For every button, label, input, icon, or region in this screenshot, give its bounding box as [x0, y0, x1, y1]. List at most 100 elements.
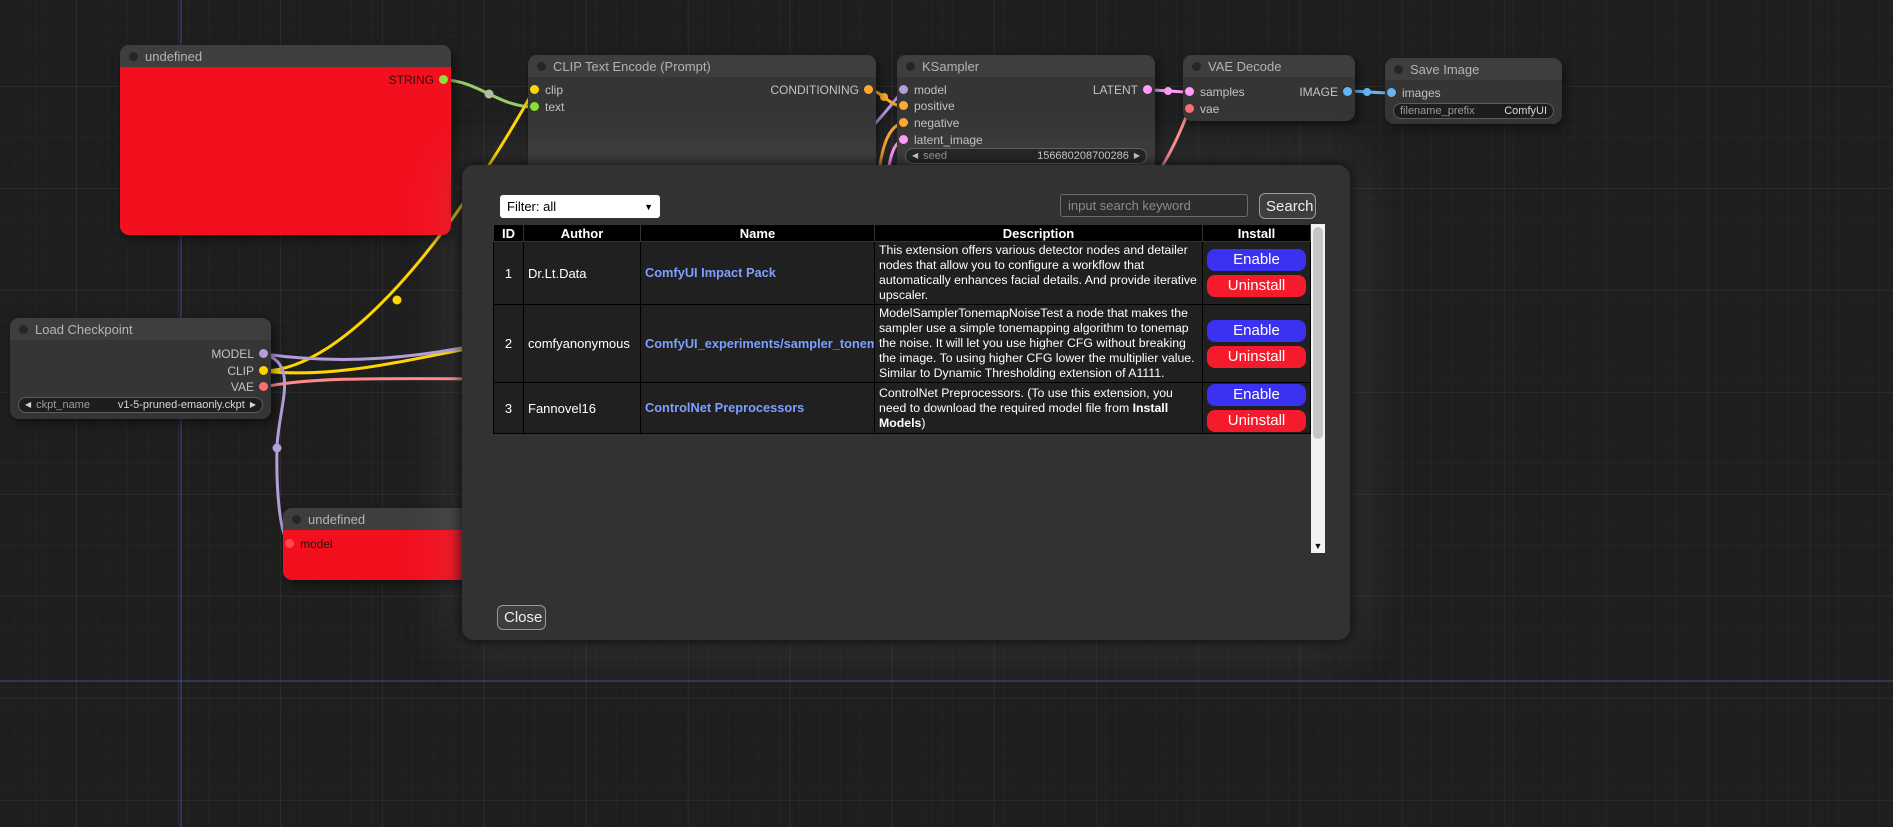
widget-label: ckpt_name — [36, 399, 90, 411]
input-slot-label: images — [1402, 86, 1441, 100]
table-scrollbar[interactable]: ▼ — [1311, 224, 1325, 553]
input-slot-images-dot[interactable] — [1387, 88, 1396, 97]
node-title: Load Checkpoint — [35, 322, 133, 337]
enable-button[interactable]: Enable — [1207, 320, 1306, 342]
extension-author: Fannovel16 — [524, 383, 641, 434]
scroll-down-arrow-icon[interactable]: ▼ — [1311, 541, 1325, 551]
input-slot-model-dot[interactable] — [285, 539, 294, 548]
output-slot-clip-dot[interactable] — [259, 366, 268, 375]
table-row: 2 comfyanonymous ComfyUI_experiments/sam… — [494, 305, 1311, 383]
link-dot — [1363, 88, 1371, 96]
enable-button[interactable]: Enable — [1207, 249, 1306, 271]
ckpt-increment-icon[interactable]: ▶ — [250, 401, 256, 409]
input-slot-label: positive — [914, 99, 955, 113]
filter-selected-value: Filter: all — [507, 199, 556, 214]
output-slot-image-dot[interactable] — [1343, 87, 1352, 96]
output-slot-latent-dot[interactable] — [1143, 85, 1152, 94]
output-slot-string-dot[interactable] — [439, 75, 448, 84]
table-row: 3 Fannovel16 ControlNet Preprocessors Co… — [494, 383, 1311, 434]
extension-author: comfyanonymous — [524, 305, 641, 383]
node-error-body — [120, 67, 451, 235]
output-slot-label: VAE — [231, 380, 254, 394]
ckpt-decrement-icon[interactable]: ◀ — [25, 401, 31, 409]
extension-name-link[interactable]: ComfyUI Impact Pack — [645, 265, 776, 280]
node-header[interactable]: Load Checkpoint — [10, 318, 271, 340]
uninstall-button[interactable]: Uninstall — [1207, 346, 1306, 368]
input-slot-vae-dot[interactable] — [1185, 104, 1194, 113]
node-collapse-dot-icon[interactable] — [1394, 65, 1403, 74]
node-undefined-top[interactable]: undefined STRING — [120, 45, 451, 235]
extension-author: Dr.Lt.Data — [524, 242, 641, 305]
node-title: Save Image — [1410, 62, 1479, 77]
node-collapse-dot-icon[interactable] — [537, 62, 546, 71]
node-header[interactable]: CLIP Text Encode (Prompt) — [528, 55, 876, 77]
extension-description: ControlNet Preprocessors. (To use this e… — [875, 383, 1203, 434]
node-header[interactable]: KSampler — [897, 55, 1155, 77]
node-collapse-dot-icon[interactable] — [1192, 62, 1201, 71]
extension-id: 3 — [494, 383, 524, 434]
extension-name-link[interactable]: ComfyUI_experiments/sampler_tonemap — [645, 336, 875, 351]
output-slot-label: LATENT — [1093, 83, 1138, 97]
output-slot-model-dot[interactable] — [259, 349, 268, 358]
link-dot — [1164, 87, 1172, 95]
extensions-table: ID Author Name Description Install 1 Dr.… — [493, 224, 1311, 434]
node-collapse-dot-icon[interactable] — [292, 515, 301, 524]
input-slot-negative-dot[interactable] — [899, 118, 908, 127]
input-slot-label: latent_image — [914, 133, 983, 147]
table-row: 1 Dr.Lt.Data ComfyUI Impact Pack This ex… — [494, 242, 1311, 305]
ckpt-name-widget[interactable]: ◀ ckpt_name v1-5-pruned-emaonly.ckpt ▶ — [18, 397, 263, 413]
node-collapse-dot-icon[interactable] — [19, 325, 28, 334]
input-slot-label: negative — [914, 116, 959, 130]
node-collapse-dot-icon[interactable] — [906, 62, 915, 71]
seed-widget[interactable]: ◀ seed 156680208700286 ▶ — [905, 148, 1147, 164]
search-input[interactable] — [1060, 194, 1248, 217]
column-header-name: Name — [641, 225, 875, 242]
extension-name-link[interactable]: ControlNet Preprocessors — [645, 400, 804, 415]
close-button[interactable]: Close — [497, 605, 546, 630]
description-text: ControlNet Preprocessors. (To use this e… — [879, 386, 1173, 415]
table-header-row: ID Author Name Description Install — [494, 225, 1311, 242]
node-vae-decode[interactable]: VAE Decode samples IMAGE vae — [1183, 55, 1355, 121]
uninstall-button[interactable]: Uninstall — [1207, 410, 1306, 432]
widget-value: v1-5-pruned-emaonly.ckpt — [118, 399, 245, 411]
scrollbar-thumb[interactable] — [1313, 227, 1323, 439]
node-header[interactable]: undefined — [120, 45, 451, 67]
seed-increment-icon[interactable]: ▶ — [1134, 152, 1140, 160]
link-dot — [273, 444, 282, 453]
widget-label: filename_prefix — [1400, 105, 1475, 117]
search-button[interactable]: Search — [1259, 193, 1316, 219]
node-header[interactable]: VAE Decode — [1183, 55, 1355, 77]
link-dot — [485, 90, 494, 99]
uninstall-button[interactable]: Uninstall — [1207, 275, 1306, 297]
comfyui-canvas[interactable]: undefined STRING CLIP Text Encode (Promp… — [0, 0, 1893, 827]
output-slot-label: CLIP — [227, 364, 254, 378]
extension-id: 1 — [494, 242, 524, 305]
output-slot-label: IMAGE — [1299, 85, 1338, 99]
output-slot-label: CONDITIONING — [770, 83, 859, 97]
output-slot-vae-dot[interactable] — [259, 382, 268, 391]
widget-value: ComfyUI — [1504, 105, 1547, 117]
extension-id: 2 — [494, 305, 524, 383]
filter-dropdown[interactable]: Filter: all ▼ — [500, 195, 660, 218]
widget-value: 156680208700286 — [1037, 150, 1129, 162]
input-slot-text-dot[interactable] — [530, 102, 539, 111]
node-title: KSampler — [922, 59, 979, 74]
widget-label: seed — [923, 150, 947, 162]
node-header[interactable]: Save Image — [1385, 58, 1562, 80]
enable-button[interactable]: Enable — [1207, 384, 1306, 406]
seed-decrement-icon[interactable]: ◀ — [912, 152, 918, 160]
node-collapse-dot-icon[interactable] — [129, 52, 138, 61]
link-dot — [880, 93, 888, 101]
input-slot-positive-dot[interactable] — [899, 101, 908, 110]
input-slot-label: text — [545, 100, 564, 114]
node-load-checkpoint[interactable]: Load Checkpoint MODEL CLIP VAE ◀ ckpt_na… — [10, 318, 271, 419]
input-slot-latent-image-dot[interactable] — [899, 135, 908, 144]
column-header-description: Description — [875, 225, 1203, 242]
node-title: undefined — [145, 49, 202, 64]
output-slot-conditioning-dot[interactable] — [864, 85, 873, 94]
node-title: undefined — [308, 512, 365, 527]
node-title: VAE Decode — [1208, 59, 1281, 74]
custom-nodes-manager-dialog: Filter: all ▼ Search ID Author Name Desc… — [462, 165, 1350, 640]
node-save-image[interactable]: Save Image images filename_prefix ComfyU… — [1385, 58, 1562, 124]
filename-prefix-widget[interactable]: filename_prefix ComfyUI — [1393, 103, 1554, 119]
